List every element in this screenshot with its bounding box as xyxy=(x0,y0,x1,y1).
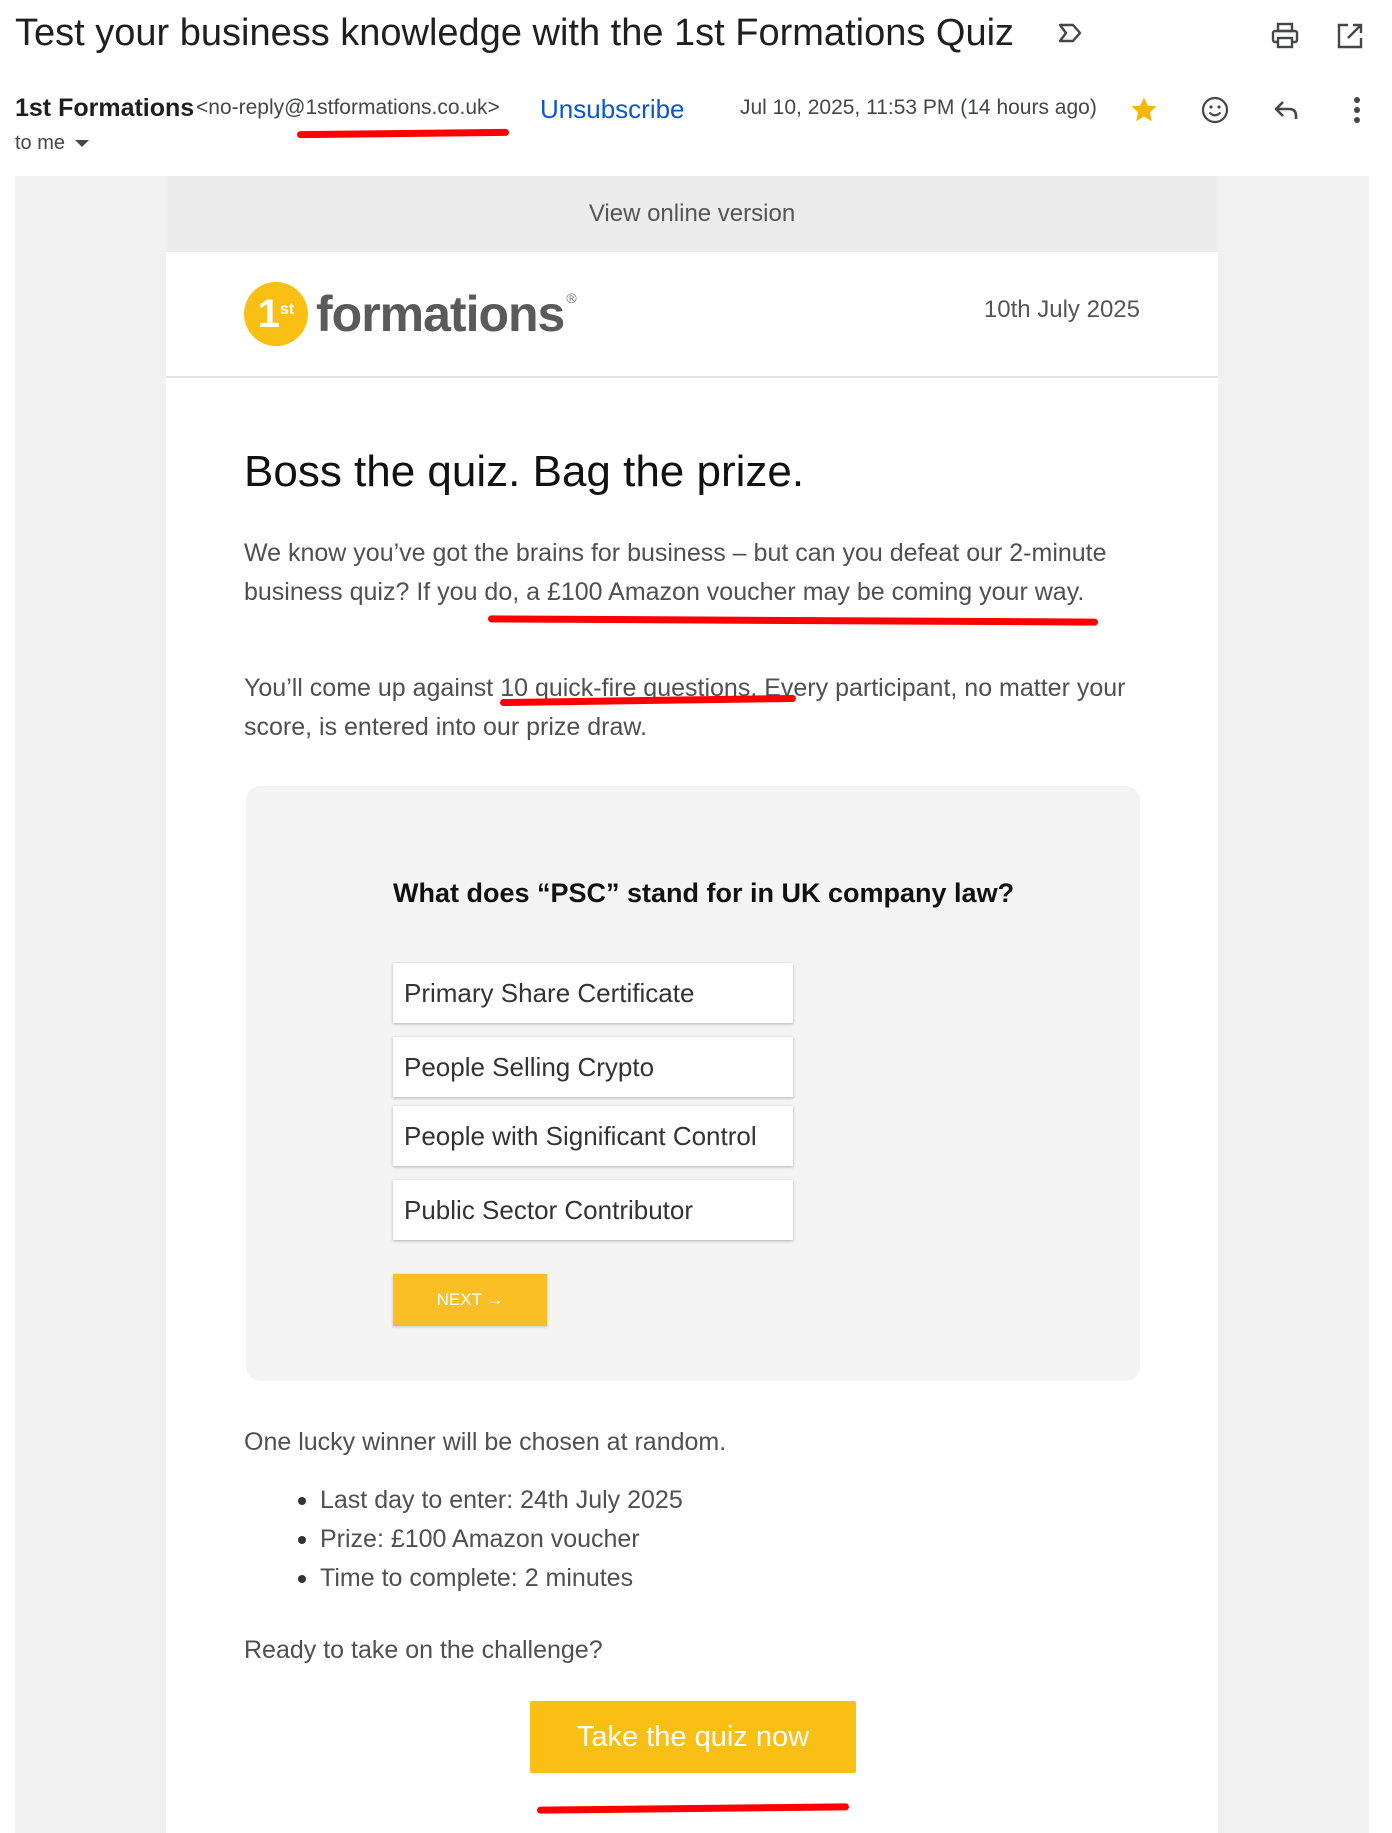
intro-paragraph: We know you’ve got the brains for busine… xyxy=(244,539,1107,606)
emoji-reaction-icon[interactable] xyxy=(1193,88,1237,132)
view-online-link[interactable]: View online version xyxy=(589,200,795,228)
quiz-question: What does “PSC” stand for in UK company … xyxy=(393,878,1015,908)
list-item: Time to complete: 2 minutes xyxy=(298,1559,1020,1598)
list-item-text: Time to complete: 2 minutes xyxy=(320,1564,634,1592)
list-item: Last day to enter: 24th July 2025 xyxy=(298,1481,1020,1520)
recipient-dropdown[interactable]: to me xyxy=(15,132,90,155)
sender-name: 1st Formations xyxy=(15,94,195,122)
newsletter-date: 10th July 2025 xyxy=(983,296,1140,323)
bullet-dot xyxy=(298,1497,306,1505)
logo-badge: 1st xyxy=(244,282,308,346)
email-subject: Test your business knowledge with the 1s… xyxy=(15,12,1015,54)
prize-details-list: Last day to enter: 24th July 2025 Prize:… xyxy=(298,1481,1020,1598)
caret-down-icon xyxy=(75,140,90,148)
list-item-text: Prize: £100 Amazon voucher xyxy=(320,1525,640,1553)
email-date: Jul 10, 2025, 11:53 PM (14 hours ago) xyxy=(740,96,1097,119)
quiz-option[interactable]: Primary Share Certificate xyxy=(393,963,793,1023)
reply-icon[interactable] xyxy=(1264,88,1308,132)
unsubscribe-link[interactable]: Unsubscribe xyxy=(540,94,685,125)
bullet-dot xyxy=(298,1575,306,1583)
quiz-widget: What does “PSC” stand for in UK company … xyxy=(246,786,1140,1381)
print-icon[interactable] xyxy=(1265,16,1305,56)
list-item: Prize: £100 Amazon voucher xyxy=(298,1520,1020,1559)
quiz-option[interactable]: Public Sector Contributor xyxy=(393,1180,793,1240)
subject-row: Test your business knowledge with the 1s… xyxy=(15,8,1385,68)
logo-wordmark: formations xyxy=(316,286,565,342)
recipient-label: to me xyxy=(15,132,66,154)
bullet-dot xyxy=(298,1536,306,1544)
ready-text: Ready to take on the challenge? xyxy=(244,1636,603,1664)
label-important-icon[interactable] xyxy=(1055,18,1085,48)
1st-formations-logo: 1st formations ® xyxy=(244,276,577,352)
sender-row: 1st Formations <no-reply@1stformations.c… xyxy=(15,88,1385,158)
email-headline: Boss the quiz. Bag the prize. xyxy=(244,447,805,496)
logo-superscript: st xyxy=(280,301,295,318)
view-online-bar: View online version xyxy=(166,176,1218,252)
quiz-description-paragraph: You’ll come up against 10 quick-fire que… xyxy=(244,674,1126,741)
logo-number: 1 xyxy=(257,292,280,336)
next-button[interactable]: NEXT → xyxy=(393,1274,547,1326)
email-content-header: 1st formations ® 10th July 2025 xyxy=(166,252,1218,378)
open-in-new-window-icon[interactable] xyxy=(1330,16,1370,56)
winner-text: One lucky winner will be chosen at rando… xyxy=(244,1428,727,1456)
star-icon[interactable] xyxy=(1122,88,1166,132)
sender-email: <no-reply@1stformations.co.uk> xyxy=(196,96,500,119)
logo-registered-mark: ® xyxy=(566,290,577,306)
list-item-text: Last day to enter: 24th July 2025 xyxy=(320,1486,683,1514)
more-vertical-icon[interactable] xyxy=(1335,88,1379,132)
take-quiz-button[interactable]: Take the quiz now xyxy=(530,1701,856,1773)
quiz-option[interactable]: People with Significant Control xyxy=(393,1106,793,1166)
email-content-card: 1st formations ® 10th July 2025 Boss the… xyxy=(166,252,1218,1833)
quiz-option[interactable]: People Selling Crypto xyxy=(393,1037,793,1097)
